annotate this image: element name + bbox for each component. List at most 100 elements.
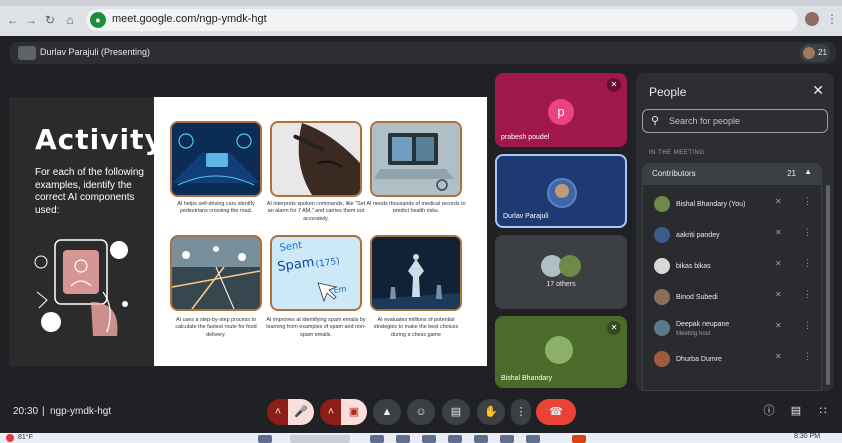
taskbar-search[interactable]: [290, 435, 350, 443]
example-caption-3: AI needs thousands of medical records to…: [366, 201, 466, 215]
browser-chrome: ← → ↻ ⌂ ● meet.google.com/ngp-ymdk-hgt ☆…: [0, 0, 842, 36]
contributors-group-header[interactable]: Contributors 21 ▲: [642, 163, 822, 185]
participant-role: Meeting host: [676, 331, 711, 337]
video-settings-chevron-icon[interactable]: ˄: [320, 399, 342, 425]
avatar: [654, 258, 670, 274]
participant-list: Bishal Bhandary (You) ✕ ⋮ aakriti pandey…: [642, 185, 822, 391]
taskbar-app-icon[interactable]: [474, 435, 488, 443]
meeting-info-icon[interactable]: ⓘ: [761, 403, 777, 419]
search-input[interactable]: ⚲ Search for people: [642, 109, 828, 133]
meeting-controls-bar: 20:30 | ngp-ymdk-hgt ˄ 🎤 ˄ ▣ ▲ ☺ ▤ ✋ ⋮ ☎…: [0, 396, 842, 430]
taskbar-app-icon[interactable]: [396, 435, 410, 443]
participants-count-button[interactable]: 21: [800, 44, 830, 62]
audio-settings-chevron-icon[interactable]: ˄: [267, 399, 289, 425]
captions-button[interactable]: ▤: [442, 399, 470, 425]
mic-off-icon: ✕: [775, 352, 782, 361]
activities-icon[interactable]: ∷: [815, 403, 831, 419]
participant-avatar: [803, 47, 815, 59]
example-card-voice-command: [270, 121, 362, 197]
camera-off-button[interactable]: ▣: [341, 399, 367, 425]
reactions-button[interactable]: ☺: [407, 399, 435, 425]
mic-off-icon: ✕: [775, 228, 782, 237]
person-speaking-image: [272, 123, 360, 195]
mic-off-icon: ✕: [775, 290, 782, 299]
tile-name: prabesh poudel: [501, 134, 550, 141]
browser-menu-icon[interactable]: ⋮: [826, 12, 838, 26]
meeting-clock: 20:30: [13, 406, 39, 417]
forward-icon[interactable]: →: [24, 13, 38, 27]
example-card-delivery-route: [170, 235, 262, 311]
address-bar[interactable]: ● meet.google.com/ngp-ymdk-hgt ☆: [86, 9, 798, 31]
participant-tile-durlav[interactable]: Durlav Parajuli: [495, 154, 627, 228]
participant-name: bikas bikas: [676, 263, 711, 270]
search-icon: ⚲: [651, 115, 660, 127]
mic-off-icon: ✕: [775, 321, 782, 330]
taskbar-app-icon[interactable]: [422, 435, 436, 443]
taskbar-app-icon[interactable]: [500, 435, 514, 443]
shared-slide: Activity For each of the following examp…: [9, 97, 487, 366]
slide-title: Activity: [35, 123, 164, 156]
self-driving-car-image: [172, 123, 260, 195]
weather-icon: [6, 434, 14, 442]
avatar: [654, 227, 670, 243]
url-text[interactable]: meet.google.com/ngp-ymdk-hgt: [112, 13, 267, 25]
spam-email-image: Sent Spam (175) Em: [272, 237, 360, 309]
search-placeholder: Search for people: [669, 116, 741, 126]
participant-name: Binod Subedi: [676, 294, 718, 301]
taskbar-app-icon[interactable]: [572, 435, 586, 443]
participant-row[interactable]: Deepak neupane Meeting host ✕ ⋮: [643, 315, 823, 343]
taskbar-app-icon[interactable]: [370, 435, 384, 443]
participant-tile-prabesh[interactable]: p ✕ prabesh poudel: [495, 73, 627, 147]
start-icon[interactable]: [258, 435, 272, 443]
mic-off-icon: ✕: [775, 197, 782, 206]
taskbar-app-icon[interactable]: [526, 435, 540, 443]
microphone-off-button[interactable]: 🎤: [288, 399, 314, 425]
participant-row[interactable]: aakriti pandey ✕ ⋮: [643, 222, 823, 250]
home-icon[interactable]: ⌂: [63, 13, 77, 27]
laptop-medical-image: [372, 123, 460, 195]
participant-tile-others[interactable]: 17 others: [495, 235, 627, 309]
participant-row[interactable]: Dhurba Dumre ✕ ⋮: [643, 346, 823, 374]
participant-row[interactable]: Bishal Bhandary (You) ✕ ⋮: [643, 191, 823, 219]
example-card-self-driving: [170, 121, 262, 197]
system-clock: 8:30 PM: [794, 433, 821, 440]
separator: |: [42, 406, 45, 417]
participant-tile-bishal[interactable]: ✕ Bishal Bhandary: [495, 316, 627, 388]
more-options-button[interactable]: ⋮: [511, 399, 531, 425]
back-icon[interactable]: ←: [6, 13, 20, 27]
more-options-icon[interactable]: ⋮: [803, 351, 812, 362]
more-options-icon[interactable]: ⋮: [803, 320, 812, 331]
more-options-icon[interactable]: ⋮: [803, 289, 812, 300]
example-caption-6: AI evaluates millions of potential strat…: [373, 317, 459, 338]
more-options-icon[interactable]: ⋮: [803, 258, 812, 269]
mic-off-icon: ✕: [775, 259, 782, 268]
chess-piece-image: [372, 237, 460, 309]
participant-row[interactable]: Binod Subedi ✕ ⋮: [643, 284, 823, 312]
chat-icon[interactable]: ▤: [788, 403, 804, 419]
tile-name: Durlav Parajuli: [503, 213, 549, 220]
tab-strip[interactable]: [0, 0, 842, 6]
people-panel: People ✕ ⚲ Search for people IN THE MEET…: [636, 73, 834, 391]
profile-avatar[interactable]: [805, 12, 819, 26]
chevron-up-icon[interactable]: ▲: [804, 167, 812, 176]
presenter-label: Durlav Parajuli (Presenting): [40, 47, 151, 57]
present-screen-button[interactable]: ▲: [373, 399, 401, 425]
more-options-icon[interactable]: ⋮: [803, 196, 812, 207]
participant-row[interactable]: bikas bikas ✕ ⋮: [643, 253, 823, 281]
example-caption-4: AI uses a step-by-step process to calcul…: [175, 317, 257, 338]
presentation-icon: [18, 46, 36, 60]
avatar-face: [555, 184, 569, 198]
more-options-icon[interactable]: ⋮: [803, 227, 812, 238]
example-caption-2: AI interprets spoken commands, like "Set…: [266, 201, 366, 222]
site-info-icon[interactable]: ●: [90, 12, 106, 28]
others-count: 17 others: [546, 281, 576, 288]
panel-scrollbar[interactable]: [826, 185, 830, 385]
example-caption-1: AI helps self-driving cars identify pede…: [177, 201, 255, 215]
raise-hand-button[interactable]: ✋: [477, 399, 505, 425]
close-icon[interactable]: ✕: [812, 82, 824, 99]
leave-call-button[interactable]: ☎: [536, 399, 576, 425]
example-card-medical-records: [370, 121, 462, 197]
reload-icon[interactable]: ↻: [43, 13, 57, 27]
taskbar-app-icon[interactable]: [448, 435, 462, 443]
participant-name: Deepak neupane: [676, 321, 730, 328]
